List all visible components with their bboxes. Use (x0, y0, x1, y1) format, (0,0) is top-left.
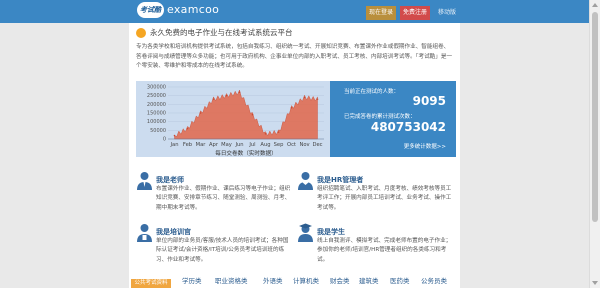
scroll-down-arrow-icon[interactable] (592, 281, 598, 285)
role-teacher-title[interactable]: 我是老师 (156, 175, 184, 185)
role-student-desc: 线上自我测评、模拟考试、完成老师布置的电子作业；参加你的老师/培训官/HR管理者… (317, 238, 452, 263)
vertical-scrollbar[interactable] (589, 0, 600, 288)
teacher-icon (137, 172, 152, 190)
tab-accounting[interactable]: 财会类 (330, 275, 350, 285)
chart-data-point (199, 112, 202, 114)
chart-x-tick-label: Jun (234, 142, 243, 148)
trainer-icon (137, 224, 152, 242)
chart-x-tick-label: Jul (248, 142, 255, 148)
chart-x-tick-label: Nov (299, 142, 309, 148)
scrollbar-thumb[interactable] (592, 12, 598, 222)
role-teacher-desc: 布置课外作业、假期作业、课后练习等电子作业；组织知识竞赛、安排章节练习、随堂测验… (156, 186, 291, 211)
intro-paragraph: 专为各类学校和培训机构提供考试系统，包括自我练习、组织统一考试、开展知识竞赛、布… (136, 44, 453, 69)
logo-text[interactable]: examcoo (167, 2, 219, 18)
chart-area-series (174, 89, 318, 140)
page-title: 永久免费的电子作业与在线考试系统云平台 (150, 28, 293, 37)
role-hr-desc: 组织招聘笔试、入职考试、月度考核、绩效考核等员工考评工作；开展内部员工培训考试、… (317, 186, 452, 211)
chart-y-tick-label: 200000 (147, 102, 166, 108)
total-tests-label: 已完成答卷的累计测试次数： (344, 114, 416, 120)
tab-foreign-language[interactable]: 外语类 (263, 275, 283, 285)
chart-data-point (251, 113, 254, 116)
chart-x-tick-label: Sep (274, 142, 284, 148)
daily-submissions-chart: 0 50000 100000 150000 200000 250000 300000 Jan F… (136, 81, 330, 157)
login-button[interactable]: 现在登录 (366, 6, 396, 20)
chart-y-tick-label: 100000 (147, 119, 166, 125)
total-tests-count: 480753042 (370, 120, 446, 134)
mobile-version-link[interactable]: 移动版 (436, 6, 458, 20)
role-trainer-desc: 单位内部的业务员/客服/技术人员的培训考试；各种国际认证考试/会计资格/IT培训… (156, 238, 289, 263)
role-trainer-title[interactable]: 我是培训官 (156, 227, 191, 237)
current-testers-label: 当前正在测试的人数： (344, 89, 400, 95)
top-header: 考试酷 examcoo 现在登录 免费注册 移动版 (0, 0, 589, 23)
tab-public-exam-materials[interactable]: 公共考试资料 (131, 279, 171, 288)
tab-computer[interactable]: 计算机类 (293, 275, 319, 285)
chart-data-point (212, 98, 215, 100)
stats-panel: 当前正在测试的人数： 9095 已完成答卷的累计测试次数： 480753042 … (330, 81, 456, 157)
chart-y-tick-label: 150000 (147, 111, 166, 117)
chart-x-tick-label: Feb (183, 142, 193, 148)
chart-data-point (316, 98, 319, 100)
tab-construction[interactable]: 建筑类 (359, 275, 379, 285)
chart-data-point (173, 134, 176, 137)
chart-x-tick-label: Dec (312, 142, 322, 148)
chart-data-point (264, 133, 267, 135)
chart-y-tick-label: 250000 (147, 93, 166, 99)
chart-x-tick-label: Aug (260, 142, 270, 148)
more-stats-link[interactable]: 更多统计数据>> (404, 142, 446, 150)
chart-x-tick-label: Mar (196, 142, 207, 148)
chart-y-tick-label: 0 (163, 137, 166, 143)
tab-professional-qualification[interactable]: 职业资格类 (215, 275, 248, 285)
title-bullet-icon (136, 28, 146, 38)
scroll-up-arrow-icon[interactable] (592, 3, 598, 7)
chart-x-tick-label: Apr (209, 142, 219, 148)
chart-data-point (303, 96, 306, 99)
register-button[interactable]: 免费注册 (400, 6, 430, 20)
student-icon (298, 223, 313, 242)
current-testers-count: 9095 (412, 94, 446, 108)
chart-data-point (290, 107, 293, 109)
chart-y-tick-label: 50000 (150, 128, 166, 134)
chart-data-point (186, 127, 189, 130)
chart-svg: 0 50000 100000 150000 200000 250000 300000 Jan F… (147, 85, 324, 157)
chart-data-point (225, 94, 228, 97)
tab-academic[interactable]: 学历类 (182, 275, 202, 285)
logo-badge[interactable]: 考试酷 (137, 2, 164, 18)
chart-x-tick-label: May (221, 142, 232, 148)
chart-data-point (238, 91, 241, 93)
chart-y-tick-label: 300000 (147, 85, 166, 91)
chart-x-tick-label: Oct (287, 142, 296, 148)
role-hr-title[interactable]: 我是HR管理者 (317, 175, 363, 185)
chart-data-point (277, 131, 280, 133)
role-student-title[interactable]: 我是学生 (317, 227, 345, 237)
exam-category-tabs: 公共考试资料 学历类 职业资格类 外语类 计算机类 财会类 建筑类 医药类 公务… (129, 275, 460, 288)
chart-x-tick-label: Jan (170, 142, 179, 148)
main-content: 永久免费的电子作业与在线考试系统云平台 专为各类学校和培训机构提供考试系统，包括… (129, 23, 460, 288)
tab-medical[interactable]: 医药类 (390, 275, 410, 285)
tab-civil-service[interactable]: 公务员类 (421, 275, 447, 285)
chart-x-axis-label: 每日交卷数（实时数据） (215, 149, 277, 157)
hr-manager-icon (298, 172, 313, 190)
